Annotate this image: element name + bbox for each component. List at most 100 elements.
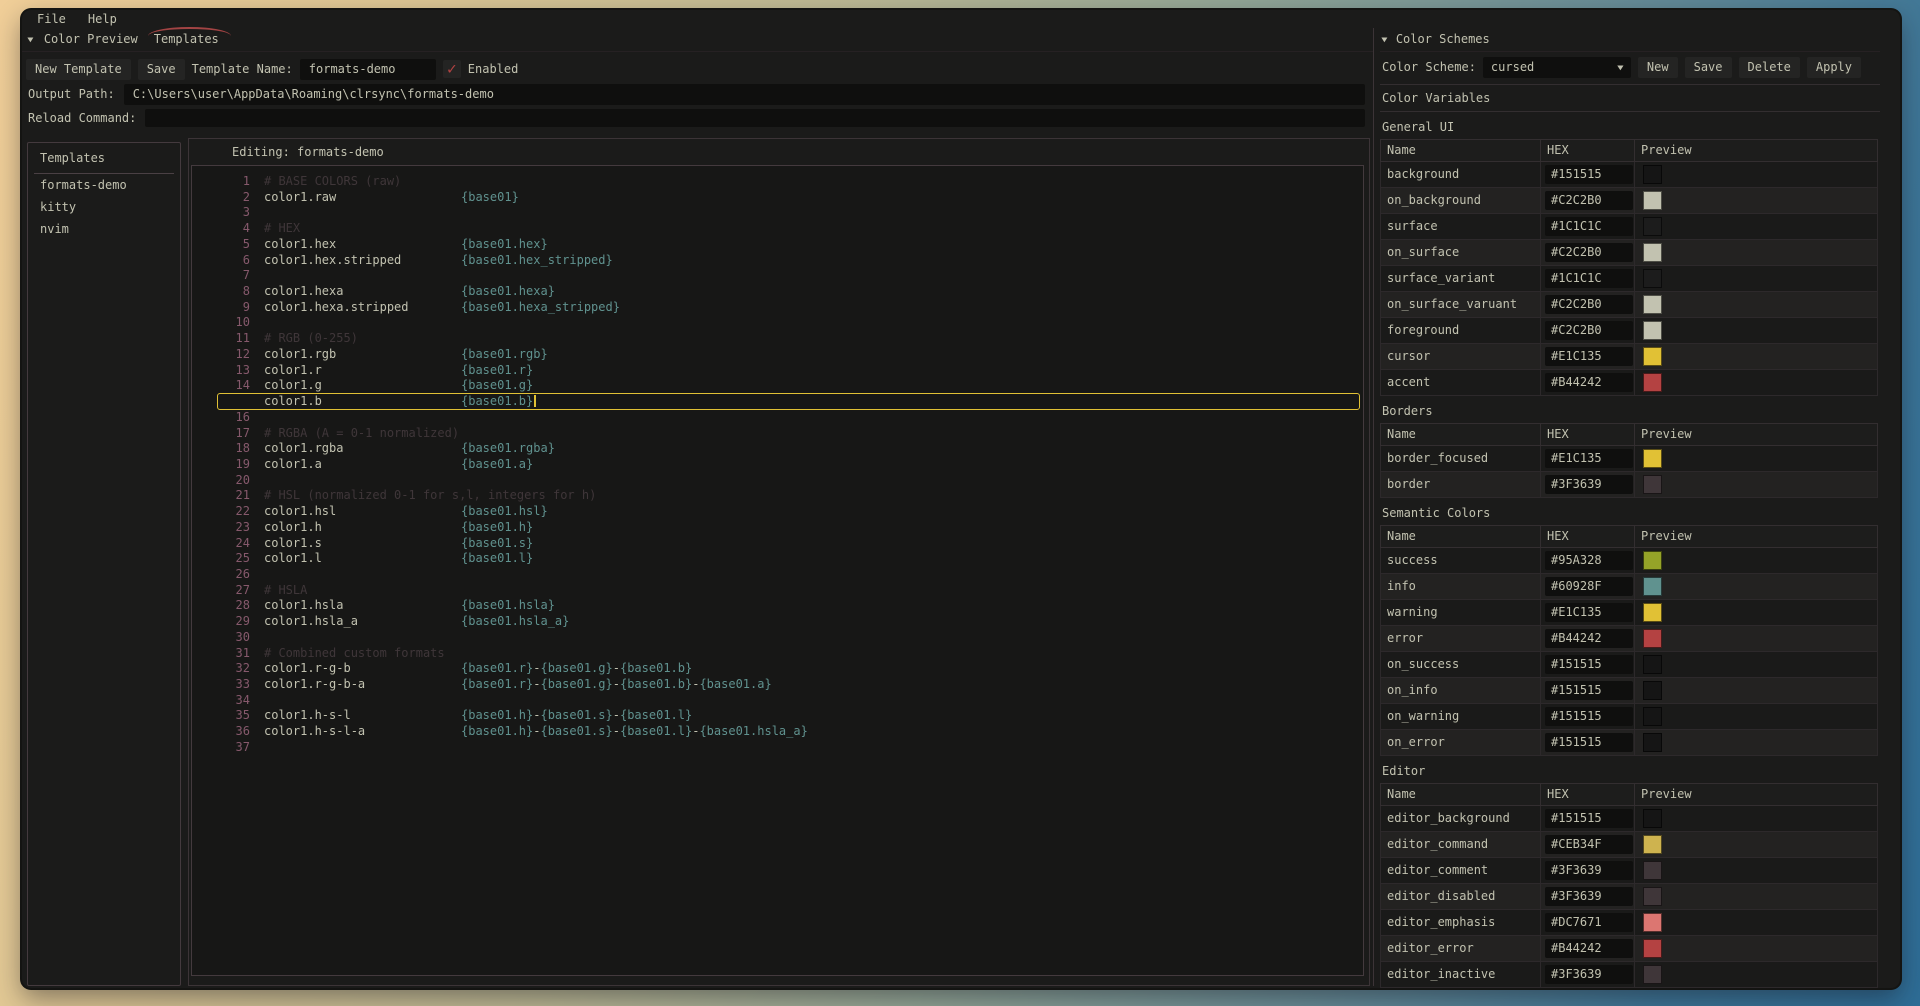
scheme-save-button[interactable]: Save — [1685, 57, 1732, 78]
editor-line[interactable]: 37 — [192, 740, 1363, 756]
hex-input[interactable]: #151515 — [1545, 655, 1633, 674]
variable-row[interactable]: on_error#151515 — [1381, 730, 1878, 756]
editor-line[interactable]: 29color1.hsla_a{base01.hsla_a} — [192, 614, 1363, 630]
editor-line[interactable]: 3 — [192, 205, 1363, 221]
color-swatch[interactable] — [1643, 243, 1662, 262]
variable-row[interactable]: warning#E1C135 — [1381, 600, 1878, 626]
hex-input[interactable]: #E1C135 — [1545, 603, 1633, 622]
variable-row[interactable]: background#151515 — [1381, 162, 1878, 188]
hex-input[interactable]: #CEB34F — [1545, 835, 1633, 854]
color-swatch[interactable] — [1643, 733, 1662, 752]
color-swatch[interactable] — [1643, 551, 1662, 570]
editor-line[interactable]: color1.b{base01.b} — [192, 394, 1363, 410]
variable-row[interactable]: surface_variant#1C1C1C — [1381, 266, 1878, 292]
editor-line[interactable]: 4# HEX — [192, 221, 1363, 237]
reload-command-input[interactable] — [145, 109, 1365, 127]
hex-input[interactable]: #151515 — [1545, 733, 1633, 752]
hex-input[interactable]: #B44242 — [1545, 629, 1633, 648]
editor-line[interactable]: 10 — [192, 315, 1363, 331]
color-swatch[interactable] — [1643, 913, 1662, 932]
new-template-button[interactable]: New Template — [26, 59, 131, 80]
editor-line[interactable]: 14color1.g{base01.g} — [192, 378, 1363, 394]
variable-row[interactable]: on_warning#151515 — [1381, 704, 1878, 730]
hex-input[interactable]: #151515 — [1545, 707, 1633, 726]
color-swatch[interactable] — [1643, 269, 1662, 288]
template-list-item[interactable]: nvim — [28, 218, 180, 240]
editor-line[interactable]: 16 — [192, 410, 1363, 426]
tab-color-preview[interactable]: Color Preview — [39, 30, 143, 49]
variable-row[interactable]: cursor#E1C135 — [1381, 344, 1878, 370]
color-swatch[interactable] — [1643, 887, 1662, 906]
color-swatch[interactable] — [1643, 191, 1662, 210]
editor-line[interactable]: 23color1.h{base01.h} — [192, 520, 1363, 536]
hex-input[interactable]: #1C1C1C — [1545, 269, 1633, 288]
scheme-delete-button[interactable]: Delete — [1739, 57, 1800, 78]
color-swatch[interactable] — [1643, 629, 1662, 648]
color-swatch[interactable] — [1643, 965, 1662, 984]
editor-line[interactable]: 31# Combined custom formats — [192, 646, 1363, 662]
hex-input[interactable]: #151515 — [1545, 165, 1633, 184]
editor-line[interactable]: 24color1.s{base01.s} — [192, 536, 1363, 552]
hex-input[interactable]: #C2C2B0 — [1545, 243, 1633, 262]
hex-input[interactable]: #C2C2B0 — [1545, 191, 1633, 210]
color-swatch[interactable] — [1643, 165, 1662, 184]
editor-line[interactable]: 18color1.rgba{base01.rgba} — [192, 441, 1363, 457]
color-swatch[interactable] — [1643, 939, 1662, 958]
template-editor[interactable]: 1# BASE COLORS (raw)2color1.raw{base01}3… — [191, 165, 1364, 976]
editor-line[interactable]: 7 — [192, 268, 1363, 284]
editor-line[interactable]: 8color1.hexa{base01.hexa} — [192, 284, 1363, 300]
editor-line[interactable]: 2color1.raw{base01} — [192, 190, 1363, 206]
editor-line[interactable]: 34 — [192, 693, 1363, 709]
color-swatch[interactable] — [1643, 809, 1662, 828]
collapse-triangle-icon[interactable]: ▼ — [1381, 32, 1387, 47]
collapse-triangle-icon[interactable]: ▼ — [27, 32, 33, 47]
color-swatch[interactable] — [1643, 475, 1662, 494]
hex-input[interactable]: #3F3639 — [1545, 475, 1633, 494]
variable-row[interactable]: on_background#C2C2B0 — [1381, 188, 1878, 214]
color-swatch[interactable] — [1643, 347, 1662, 366]
color-swatch[interactable] — [1643, 217, 1662, 236]
variable-row[interactable]: border_focused#E1C135 — [1381, 446, 1878, 472]
variable-row[interactable]: editor_disabled#3F3639 — [1381, 884, 1878, 910]
hex-input[interactable]: #3F3639 — [1545, 861, 1633, 880]
color-swatch[interactable] — [1643, 321, 1662, 340]
template-list-item[interactable]: formats-demo — [28, 174, 180, 196]
variable-row[interactable]: editor_line_number#86596C — [1381, 988, 1878, 989]
variable-row[interactable]: editor_comment#3F3639 — [1381, 858, 1878, 884]
editor-line[interactable]: 19color1.a{base01.a} — [192, 457, 1363, 473]
variable-row[interactable]: editor_error#B44242 — [1381, 936, 1878, 962]
variable-row[interactable]: on_surface_varuant#C2C2B0 — [1381, 292, 1878, 318]
editor-line[interactable]: 11# RGB (0-255) — [192, 331, 1363, 347]
hex-input[interactable]: #C2C2B0 — [1545, 321, 1633, 340]
editor-line[interactable]: 1# BASE COLORS (raw) — [192, 174, 1363, 190]
scheme-dropdown[interactable]: cursed ▼ — [1483, 57, 1631, 78]
editor-line[interactable]: 6color1.hex.stripped{base01.hex_stripped… — [192, 253, 1363, 269]
editor-line[interactable]: 33color1.r-g-b-a{base01.r}-{base01.g}-{b… — [192, 677, 1363, 693]
hex-input[interactable]: #B44242 — [1545, 373, 1633, 392]
editor-line[interactable]: 28color1.hsla{base01.hsla} — [192, 598, 1363, 614]
hex-input[interactable]: #E1C135 — [1545, 449, 1633, 468]
variable-row[interactable]: info#60928F — [1381, 574, 1878, 600]
editor-line[interactable]: 20 — [192, 473, 1363, 489]
editor-line[interactable]: 21# HSL (normalized 0-1 for s,l, integer… — [192, 488, 1363, 504]
color-swatch[interactable] — [1643, 655, 1662, 674]
editor-line[interactable]: 12color1.rgb{base01.rgb} — [192, 347, 1363, 363]
editor-line[interactable]: 32color1.r-g-b{base01.r}-{base01.g}-{bas… — [192, 661, 1363, 677]
hex-input[interactable]: #3F3639 — [1545, 887, 1633, 906]
color-swatch[interactable] — [1643, 449, 1662, 468]
variable-row[interactable]: on_info#151515 — [1381, 678, 1878, 704]
editor-line[interactable]: 36color1.h-s-l-a{base01.h}-{base01.s}-{b… — [192, 724, 1363, 740]
scheme-new-button[interactable]: New — [1638, 57, 1678, 78]
variable-row[interactable]: editor_command#CEB34F — [1381, 832, 1878, 858]
color-swatch[interactable] — [1643, 373, 1662, 392]
variable-row[interactable]: error#B44242 — [1381, 626, 1878, 652]
hex-input[interactable]: #DC7671 — [1545, 913, 1633, 932]
hex-input[interactable]: #B44242 — [1545, 939, 1633, 958]
color-swatch[interactable] — [1643, 681, 1662, 700]
editor-line[interactable]: 9color1.hexa.stripped{base01.hexa_stripp… — [192, 300, 1363, 316]
output-path-input[interactable]: C:\Users\user\AppData\Roaming\clrsync\fo… — [124, 84, 1365, 105]
scheme-apply-button[interactable]: Apply — [1807, 57, 1861, 78]
hex-input[interactable]: #60928F — [1545, 577, 1633, 596]
variable-row[interactable]: on_success#151515 — [1381, 652, 1878, 678]
variable-row[interactable]: accent#B44242 — [1381, 370, 1878, 396]
